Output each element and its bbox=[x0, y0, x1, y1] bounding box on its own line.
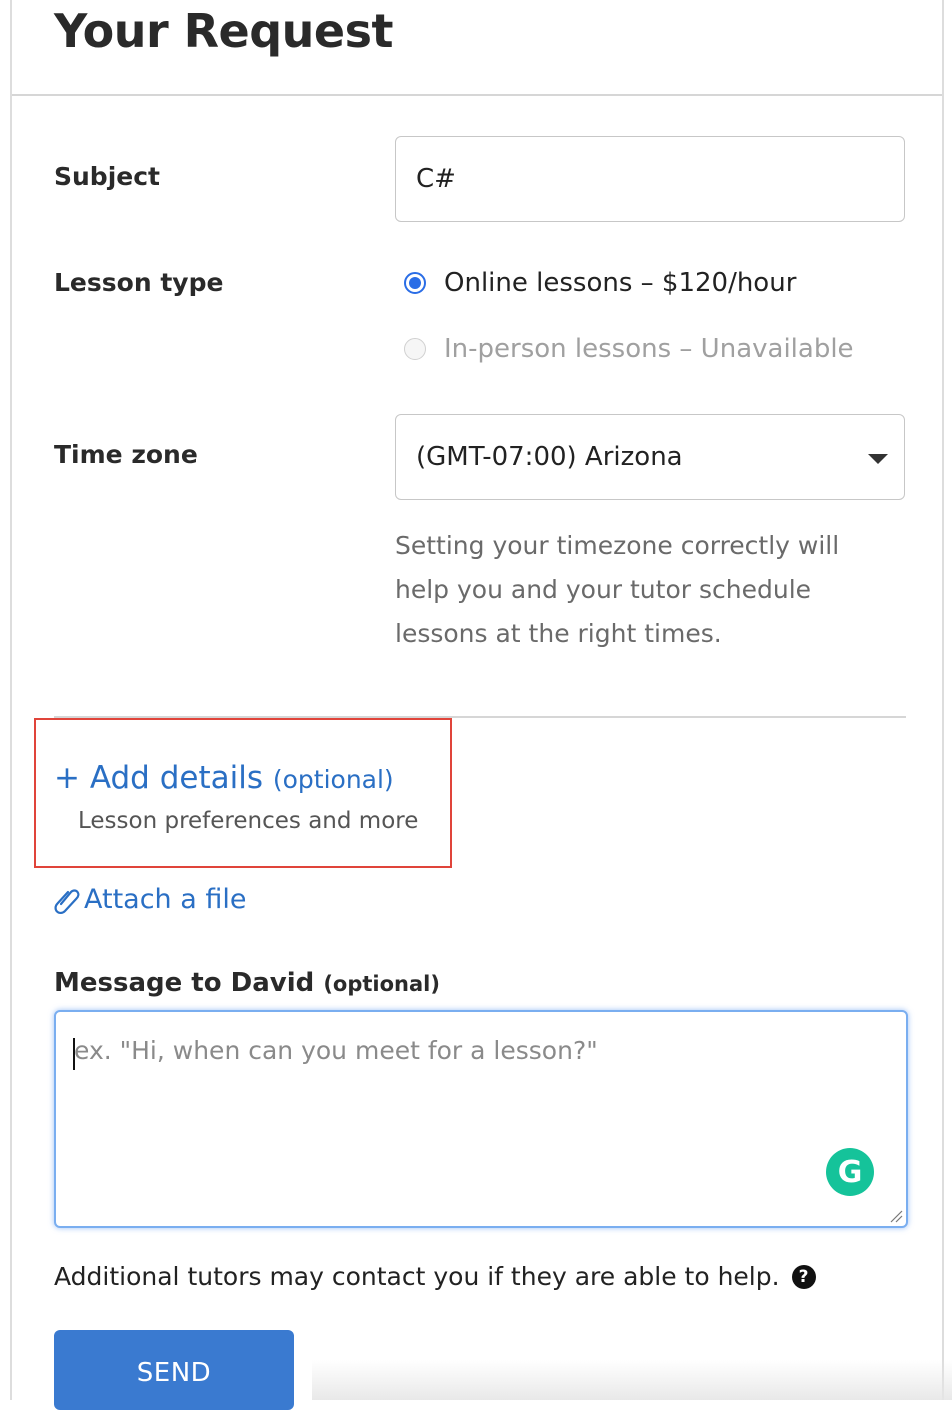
send-button[interactable]: SEND bbox=[54, 1330, 294, 1410]
lesson-option-in-person: In-person lessons – Unavailable bbox=[404, 334, 854, 364]
additional-tutors-note: Additional tutors may contact you if the… bbox=[54, 1262, 816, 1291]
attach-file-label: Attach a file bbox=[84, 884, 247, 915]
paperclip-icon bbox=[54, 888, 80, 914]
time-zone-value: (GMT-07:00) Arizona bbox=[416, 442, 683, 472]
title-divider bbox=[12, 94, 942, 96]
question-icon[interactable]: ? bbox=[791, 1264, 816, 1289]
page-title: Your Request bbox=[54, 4, 394, 58]
message-optional: (optional) bbox=[323, 972, 440, 996]
message-label-text: Message to David bbox=[54, 968, 315, 998]
time-zone-label: Time zone bbox=[54, 440, 198, 469]
plus-icon: + bbox=[54, 760, 80, 796]
text-caret bbox=[73, 1038, 75, 1070]
time-zone-help: Setting your timezone correctly will hel… bbox=[395, 531, 840, 648]
time-zone-select[interactable]: (GMT-07:00) Arizona bbox=[395, 414, 905, 500]
grammarly-glyph: G bbox=[837, 1154, 863, 1190]
message-placeholder: ex. "Hi, when can you meet for a lesson?… bbox=[74, 1036, 598, 1065]
send-button-label: SEND bbox=[136, 1358, 212, 1388]
question-glyph: ? bbox=[798, 1266, 809, 1287]
resize-handle-icon[interactable] bbox=[889, 1209, 903, 1223]
lesson-type-label: Lesson type bbox=[54, 268, 224, 297]
chevron-down-icon bbox=[868, 454, 888, 464]
add-details-link[interactable]: + Add details (optional) bbox=[54, 760, 394, 796]
add-details-optional: (optional) bbox=[272, 765, 394, 794]
add-details-label: Add details bbox=[89, 760, 263, 796]
lesson-option-online-label: Online lessons – $120/hour bbox=[444, 268, 797, 298]
additional-tutors-text: Additional tutors may contact you if the… bbox=[54, 1262, 780, 1291]
attach-file-link[interactable]: Attach a file bbox=[54, 884, 247, 915]
bottom-shade bbox=[312, 1360, 952, 1400]
radio-in-person bbox=[404, 338, 426, 360]
request-panel: Your Request Subject C# Lesson type Onli… bbox=[10, 0, 952, 1410]
radio-online[interactable] bbox=[404, 272, 426, 294]
subject-value: C# bbox=[416, 164, 456, 194]
subject-field[interactable]: C# bbox=[395, 136, 905, 222]
grammarly-icon[interactable]: G bbox=[826, 1148, 874, 1196]
message-label: Message to David (optional) bbox=[54, 968, 440, 998]
message-textarea[interactable]: ex. "Hi, when can you meet for a lesson?… bbox=[54, 1010, 908, 1228]
subject-label: Subject bbox=[54, 162, 160, 191]
lesson-option-online[interactable]: Online lessons – $120/hour bbox=[404, 268, 796, 298]
add-details-subtitle: Lesson preferences and more bbox=[78, 808, 419, 834]
lesson-option-in-person-label: In-person lessons – Unavailable bbox=[444, 334, 854, 364]
